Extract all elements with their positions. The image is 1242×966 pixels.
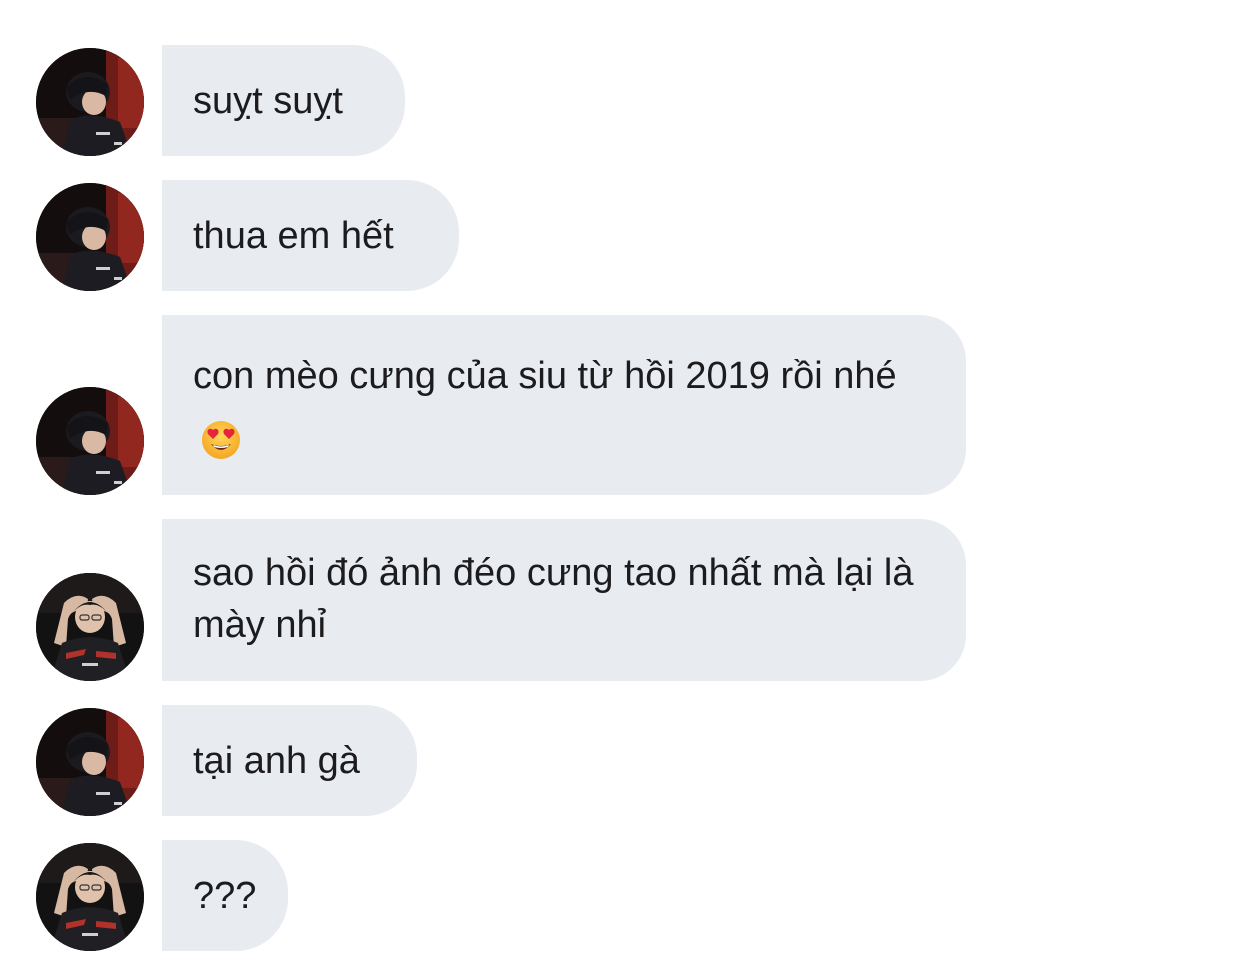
message-bubble[interactable]: ???	[162, 840, 288, 951]
message-row: ???	[0, 840, 1242, 951]
message-bubble[interactable]: sao hồi đó ảnh đéo cưng tao nhất mà lại …	[162, 519, 966, 681]
message-bubble[interactable]: tại anh gà	[162, 705, 417, 816]
avatar-image	[36, 183, 144, 291]
avatar-image	[36, 573, 144, 681]
message-row: sao hồi đó ảnh đéo cưng tao nhất mà lại …	[0, 519, 1242, 681]
message-text: thua em hết	[193, 214, 394, 257]
avatar-image	[36, 48, 144, 156]
message-text: sao hồi đó ảnh đéo cưng tao nhất mà lại …	[193, 552, 914, 646]
message-text-body: con mèo cưng của siu từ hồi 2019 rồi nhé	[193, 355, 897, 397]
message-bubble[interactable]: thua em hết	[162, 180, 459, 291]
avatar[interactable]	[36, 183, 144, 291]
message-bubble[interactable]: con mèo cưng của siu từ hồi 2019 rồi nhé	[162, 315, 966, 495]
avatar-image	[36, 387, 144, 495]
heart-eyes-emoji-icon	[201, 420, 241, 460]
avatar[interactable]	[36, 573, 144, 681]
message-row: tại anh gà	[0, 705, 1242, 816]
message-text: tại anh gà	[193, 739, 360, 782]
message-row: suỵt suỵt	[0, 45, 1242, 156]
message-row: con mèo cưng của siu từ hồi 2019 rồi nhé	[0, 315, 1242, 495]
message-row: thua em hết	[0, 180, 1242, 291]
avatar[interactable]	[36, 843, 144, 951]
message-bubble[interactable]: suỵt suỵt	[162, 45, 405, 156]
message-text: suỵt suỵt	[193, 79, 343, 122]
avatar[interactable]	[36, 708, 144, 816]
avatar-image	[36, 708, 144, 816]
avatar[interactable]	[36, 387, 144, 495]
message-text: con mèo cưng của siu từ hồi 2019 rồi nhé	[193, 343, 935, 475]
avatar-image	[36, 843, 144, 951]
avatar[interactable]	[36, 48, 144, 156]
message-text: ???	[193, 874, 257, 917]
